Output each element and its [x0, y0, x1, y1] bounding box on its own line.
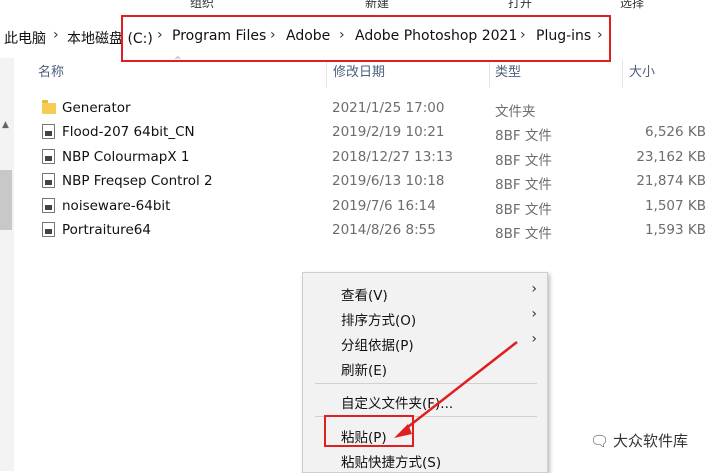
file-row-noiseware[interactable]: noiseware-64bit 2019/7/6 16:14 8BF 文件 1,… — [36, 195, 720, 219]
submenu-arrow-icon: › — [531, 331, 537, 347]
plugin-file-icon — [42, 222, 55, 237]
file-size: 1,593 KB — [644, 222, 706, 238]
menu-item-customize-folder[interactable]: 自定义文件夹(F)... — [341, 392, 453, 412]
watermark-text: 大众软件库 — [613, 432, 689, 450]
file-date: 2019/6/13 10:18 — [332, 173, 445, 189]
menu-item-group[interactable]: 分组依据(P) — [341, 334, 414, 354]
navigation-pane[interactable]: ▲ — [0, 58, 14, 471]
file-row-flood[interactable]: Flood-207 64bit_CN 2019/2/19 10:21 8BF 文… — [36, 121, 720, 145]
paste-highlight-box — [324, 415, 414, 447]
file-name: Portraiture64 — [62, 222, 151, 238]
plugin-file-icon — [42, 173, 55, 188]
breadcrumb-this-pc[interactable]: 此电脑 — [4, 28, 46, 48]
plugin-file-icon — [42, 124, 55, 139]
file-date: 2014/8/26 8:55 — [332, 222, 436, 238]
file-date: 2021/1/25 17:00 — [332, 100, 445, 116]
file-size: 21,874 KB — [636, 173, 706, 189]
menu-separator — [315, 383, 537, 384]
plugin-file-icon — [42, 149, 55, 164]
path-highlight-box — [121, 15, 611, 62]
file-name: Flood-207 64bit_CN — [62, 124, 195, 140]
menu-item-paste-shortcut[interactable]: 粘贴快捷方式(S) — [341, 451, 441, 471]
ribbon-organize[interactable]: 组织 — [190, 0, 214, 11]
column-header-size[interactable]: 大小 — [629, 58, 655, 88]
column-header-date[interactable]: 修改日期 — [333, 58, 385, 88]
wechat-icon: 🗨 — [590, 432, 610, 450]
breadcrumb-separator-icon[interactable]: › — [53, 27, 59, 43]
file-size: 23,162 KB — [636, 149, 706, 165]
nav-scrollbar-thumb[interactable] — [0, 170, 12, 230]
file-date: 2019/7/6 16:14 — [332, 198, 436, 214]
file-row-portraiture[interactable]: Portraiture64 2014/8/26 8:55 8BF 文件 1,59… — [36, 219, 720, 243]
file-name: noiseware-64bit — [62, 198, 171, 214]
menu-item-view[interactable]: 查看(V) — [341, 284, 388, 304]
file-name: NBP ColourmapX 1 — [62, 149, 190, 165]
menu-item-refresh[interactable]: 刷新(E) — [341, 359, 387, 379]
file-date: 2018/12/27 13:13 — [332, 149, 454, 165]
ribbon-open[interactable]: 打开 — [508, 0, 532, 11]
file-size: 1,507 KB — [644, 198, 706, 214]
file-row-generator[interactable]: Generator 2021/1/25 17:00 文件夹 — [36, 97, 720, 121]
ribbon-new[interactable]: 新建 — [365, 0, 389, 11]
menu-item-sort[interactable]: 排序方式(O) — [341, 309, 416, 329]
submenu-arrow-icon: › — [531, 306, 537, 322]
file-date: 2019/2/19 10:21 — [332, 124, 445, 140]
folder-icon — [42, 100, 56, 114]
column-divider[interactable] — [326, 60, 327, 88]
file-type: 8BF 文件 — [495, 226, 552, 242]
plugin-file-icon — [42, 198, 55, 213]
column-header-type[interactable]: 类型 — [495, 58, 521, 88]
file-type: 8BF 文件 — [495, 153, 552, 169]
file-type: 8BF 文件 — [495, 202, 552, 218]
file-name: NBP Freqsep Control 2 — [62, 173, 213, 189]
column-header-name[interactable]: 名称 — [38, 58, 64, 88]
column-divider[interactable] — [622, 60, 623, 88]
submenu-arrow-icon: › — [531, 281, 537, 297]
column-divider[interactable] — [489, 60, 490, 88]
file-row-nbp-colourmapx[interactable]: NBP ColourmapX 1 2018/12/27 13:13 8BF 文件… — [36, 146, 720, 170]
scroll-up-icon[interactable]: ▲ — [2, 120, 9, 130]
file-name: Generator — [62, 100, 131, 116]
file-size: 6,526 KB — [644, 124, 706, 140]
file-type: 8BF 文件 — [495, 128, 552, 144]
file-type: 文件夹 — [495, 104, 536, 120]
watermark: 🗨 大众软件库 — [590, 430, 688, 451]
file-type: 8BF 文件 — [495, 177, 552, 193]
file-row-nbp-freqsep[interactable]: NBP Freqsep Control 2 2019/6/13 10:18 8B… — [36, 170, 720, 194]
ribbon-select[interactable]: 选择 — [620, 0, 644, 11]
